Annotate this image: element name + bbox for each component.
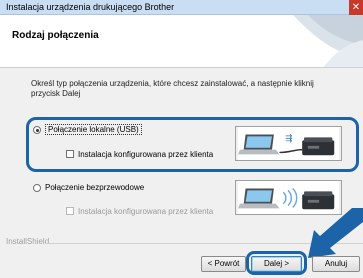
page-title: Rodzaj połączenia [12, 30, 99, 41]
instruction-text: Określ typ połączenia urządzenia, które … [31, 79, 314, 98]
wireless-connection-label[interactable]: Połączenie bezprzewodowe [45, 183, 144, 192]
local-connection-label-text: Połączenie lokalne (USB) [45, 124, 142, 135]
local-custom-install-label[interactable]: Instalacja konfigurowana przez klienta [78, 150, 213, 159]
back-button[interactable]: < Powrót [201, 256, 246, 272]
wireless-custom-install-checkbox[interactable] [66, 207, 74, 215]
usb-connection-icon: ⇶ [235, 126, 342, 161]
next-button[interactable]: Dalej > [251, 256, 302, 272]
wireless-connection-radio[interactable] [33, 184, 41, 192]
local-connection-radio[interactable] [33, 126, 41, 134]
local-custom-install-checkbox[interactable] [66, 150, 74, 158]
local-connection-label[interactable]: Połączenie lokalne (USB) [45, 124, 142, 135]
title-bar: Instalacja urządzenia drukującego Brothe… [0, 0, 363, 15]
page-header: Rodzaj połączenia [0, 15, 363, 68]
installshield-brand: InstallShield [6, 237, 50, 246]
wireless-custom-install-label: Instalacja konfigurowana przez klienta [78, 207, 214, 216]
svg-text:⇶: ⇶ [285, 133, 292, 143]
cancel-button[interactable]: Anuluj [312, 256, 360, 272]
window-title: Instalacja urządzenia drukującego Brothe… [6, 2, 175, 12]
header-decoration-icon [293, 15, 363, 67]
close-button[interactable]: ✕ [349, 0, 363, 15]
